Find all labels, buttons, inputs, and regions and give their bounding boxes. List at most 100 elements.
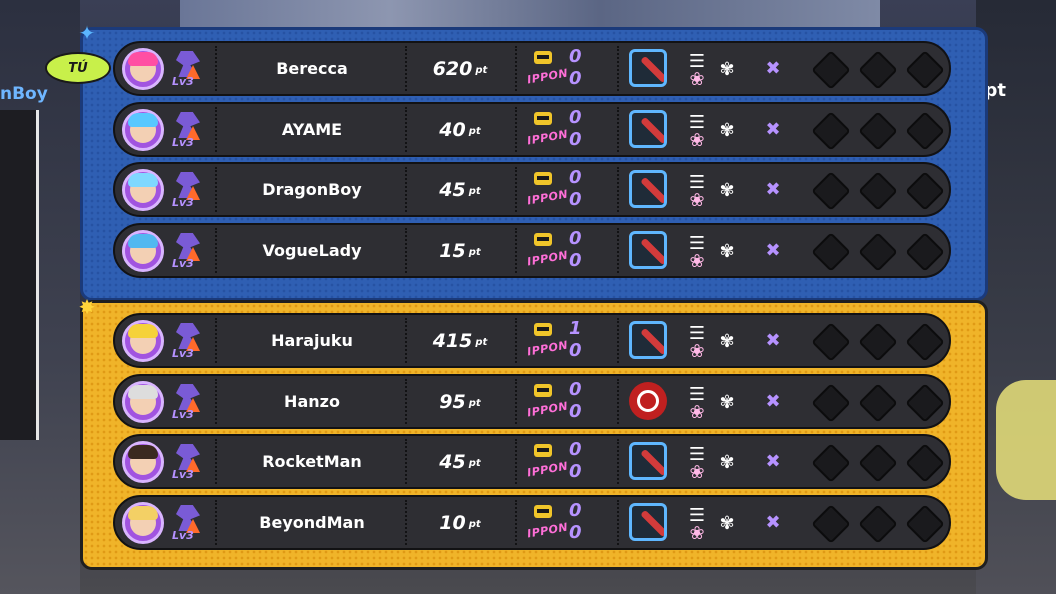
points-unit: pt — [475, 65, 488, 76]
player-row[interactable]: Lv3 RocketMan 45 pt IPPON 0 0 ☰ ❀ ✾ ✖ — [113, 434, 951, 489]
special-skill-icon: ✖ — [765, 178, 781, 200]
crown-count: 0 — [569, 167, 582, 188]
tornado-skill-icon: ✾ — [719, 119, 735, 141]
crown-count: 0 — [569, 500, 582, 521]
empty-slot-icon — [905, 383, 945, 423]
player-name: BeyondMan — [259, 513, 365, 532]
empty-slot-icon — [905, 171, 945, 211]
dragon-icon: ✦ — [78, 21, 96, 45]
empty-slot-icon — [811, 322, 851, 362]
level-badge: Lv3 — [170, 170, 210, 212]
empty-slot-icon — [858, 50, 898, 90]
crown-count: 0 — [569, 107, 582, 128]
player-loadout: ☰ ❀ ✾ ✖ — [621, 497, 945, 548]
ippon-label: IPPON — [526, 399, 570, 420]
level-label: Lv3 — [172, 529, 194, 542]
player-points: 10 pt — [407, 497, 513, 548]
yoyo-weapon-icon — [629, 382, 667, 420]
special-skill-icon: ✖ — [765, 329, 781, 351]
level-badge: Lv3 — [170, 503, 210, 545]
spirit-skill-icon: ❀ — [689, 401, 705, 423]
points-unit: pt — [468, 398, 481, 409]
player-name: Hanzo — [284, 392, 340, 411]
empty-slot-icon — [811, 443, 851, 483]
empty-slot-icon — [905, 50, 945, 90]
player-points: 45 pt — [407, 164, 513, 215]
player-scores: IPPON 0 0 — [517, 104, 617, 155]
ippon-label: IPPON — [526, 520, 570, 541]
bat-weapon-icon — [629, 442, 667, 480]
crown-count: 0 — [569, 228, 582, 249]
player-row[interactable]: Lv3 Harajuku 415 pt IPPON 1 0 ☰ ❀ ✾ ✖ — [113, 313, 951, 368]
player-row[interactable]: Lv3 DragonBoy 45 pt IPPON 0 0 ☰ ❀ ✾ ✖ — [113, 162, 951, 217]
empty-slot-icon — [858, 232, 898, 272]
points-value: 40 — [439, 118, 466, 141]
crown-icon — [531, 109, 555, 127]
points-unit: pt — [475, 337, 488, 348]
bat-weapon-icon — [629, 321, 667, 359]
background-buildings — [180, 0, 880, 30]
points-value: 15 — [439, 239, 466, 262]
points-value: 415 — [432, 329, 473, 352]
special-skill-icon: ✖ — [765, 118, 781, 140]
tornado-skill-icon: ✾ — [719, 58, 735, 80]
player-row[interactable]: Lv3 VogueLady 15 pt IPPON 0 0 ☰ ❀ ✾ ✖ — [113, 223, 951, 278]
special-skill-icon: ✖ — [765, 57, 781, 79]
player-row[interactable]: Lv3 BeyondMan 10 pt IPPON 0 0 ☰ ❀ ✾ ✖ — [113, 495, 951, 550]
level-badge: Lv3 — [170, 231, 210, 273]
crown-count: 0 — [569, 439, 582, 460]
ippon-label: IPPON — [526, 248, 570, 269]
points-unit: pt — [468, 519, 481, 530]
player-row[interactable]: Lv3 AYAME 40 pt IPPON 0 0 ☰ ❀ ✾ ✖ — [113, 102, 951, 157]
empty-slot-icon — [858, 383, 898, 423]
avatar — [122, 169, 164, 211]
level-label: Lv3 — [172, 257, 194, 270]
crown-count: 0 — [569, 46, 582, 67]
points-unit: pt — [468, 458, 481, 469]
level-badge: Lv3 — [170, 382, 210, 424]
crown-icon — [531, 169, 555, 187]
ippon-label: IPPON — [526, 66, 570, 87]
background-banner — [0, 110, 39, 440]
player-loadout: ☰ ❀ ✾ ✖ — [621, 376, 945, 427]
ippon-count: 0 — [569, 401, 582, 422]
empty-slot-icon — [811, 504, 851, 544]
player-row[interactable]: Lv3 Hanzo 95 pt IPPON 0 0 ☰ ❀ ✾ ✖ — [113, 374, 951, 429]
special-skill-icon: ✖ — [765, 390, 781, 412]
ippon-label: IPPON — [526, 338, 570, 359]
player-points: 15 pt — [407, 225, 513, 276]
player-scores: IPPON 1 0 — [517, 315, 617, 366]
level-badge: Lv3 — [170, 110, 210, 152]
crown-count: 0 — [569, 379, 582, 400]
ippon-count: 0 — [569, 340, 582, 361]
player-name: VogueLady — [262, 241, 362, 260]
player-loadout: ☰ ❀ ✾ ✖ — [621, 164, 945, 215]
tornado-skill-icon: ✾ — [719, 451, 735, 473]
player-name: Berecca — [276, 59, 348, 78]
crown-icon — [531, 48, 555, 66]
special-skill-icon: ✖ — [765, 239, 781, 261]
spirit-skill-icon: ❀ — [689, 68, 705, 90]
background-player-name: nBoy — [0, 84, 48, 104]
player-row[interactable]: Lv3 Berecca 620 pt IPPON 0 0 ☰ ❀ ✾ ✖ — [113, 41, 951, 96]
ippon-label: IPPON — [526, 127, 570, 148]
tornado-skill-icon: ✾ — [719, 391, 735, 413]
empty-slot-icon — [858, 443, 898, 483]
player-name: RocketMan — [262, 452, 362, 471]
crown-icon — [531, 502, 555, 520]
empty-slot-icon — [858, 171, 898, 211]
empty-slot-icon — [811, 232, 851, 272]
ippon-count: 0 — [569, 250, 582, 271]
player-loadout: ☰ ❀ ✾ ✖ — [621, 104, 945, 155]
background-object — [996, 380, 1056, 500]
ippon-count: 0 — [569, 461, 582, 482]
avatar — [122, 109, 164, 151]
spirit-skill-icon: ❀ — [689, 129, 705, 151]
level-label: Lv3 — [172, 136, 194, 149]
avatar — [122, 48, 164, 90]
empty-slot-icon — [811, 50, 851, 90]
bat-weapon-icon — [629, 49, 667, 87]
empty-slot-icon — [811, 111, 851, 151]
points-value: 10 — [439, 511, 466, 534]
ippon-count: 0 — [569, 129, 582, 150]
